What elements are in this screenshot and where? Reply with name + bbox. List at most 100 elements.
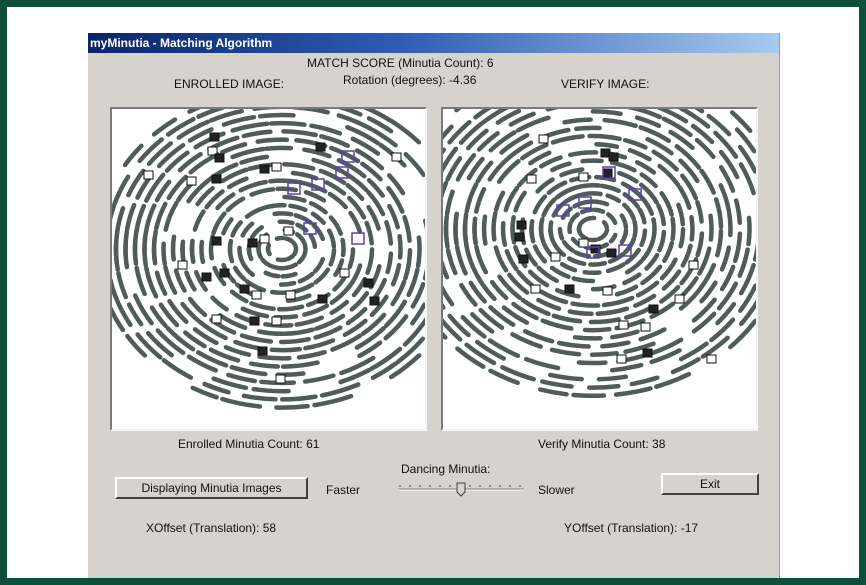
ridge-line [695,200,704,224]
ridge-line [248,361,281,369]
ridge-line [638,125,672,144]
ridge-line [302,241,308,256]
speed-slider[interactable] [396,478,526,500]
ridge-line [637,207,647,225]
minutia-marker [275,374,286,384]
ridge-line [226,372,258,384]
ridge-line [282,194,307,203]
ridge-line [114,174,131,202]
minutia-marker [201,272,212,282]
ridge-line [402,214,412,243]
ridge-line [240,259,256,278]
ridge-line [592,207,606,214]
ridge-line [336,113,374,132]
ridge-line [595,306,630,316]
ridge-line [364,220,374,246]
minutia-marker [251,290,262,300]
minutia-marker [143,170,154,180]
enrolled-count-label: Enrolled Minutia Count: 61 [178,437,320,451]
ridge-line [695,231,705,258]
minutia-marker [363,278,374,288]
ridge-line [551,313,583,324]
ridge-line [590,109,623,117]
ridge-line [538,223,546,245]
ridge-line [732,231,743,264]
minutia-marker [214,153,225,163]
minutia-marker [516,220,527,230]
ridge-line [241,129,273,139]
ridge-line [557,226,565,241]
ridge-line [538,155,563,169]
ridge-line [622,202,636,222]
ridge-line [632,219,638,239]
ridge-line [733,198,743,226]
ridge-line [144,203,157,231]
ridge-line [348,210,363,235]
minutia-marker [249,316,260,326]
ridge-line [605,193,622,204]
ridge-line [319,382,361,398]
ridge-line [244,205,267,219]
minutia-marker [514,232,525,242]
ridge-line [309,123,343,136]
ridge-line [282,161,316,171]
ridge-line [294,232,307,245]
ridge-line [445,248,458,276]
minutia-marker [550,252,561,262]
ridge-line [605,262,626,274]
ridge-line [443,180,449,199]
ridge-line [585,215,597,221]
ridge-line [256,329,285,337]
ridge-line [324,180,347,196]
ridge-line [257,354,292,361]
ridge-line [513,190,527,213]
ridge-line [170,234,177,262]
ridge-line [634,160,657,175]
ridge-line [275,186,299,193]
ridge-line [366,205,381,231]
display-minutia-button[interactable]: Displaying Minutia Images [115,477,308,499]
ridge-line [532,194,548,215]
ridge-line [700,335,730,359]
ridge-line [112,277,118,300]
match-score-label: MATCH SCORE (Minutia Count): 6 [307,56,494,70]
ridge-line [623,305,654,320]
ridge-line [397,233,403,260]
ridge-line [291,282,315,295]
ridge-line [713,130,739,159]
minutia-marker [257,346,268,356]
exit-button[interactable]: Exit [661,473,759,495]
ridge-line [594,141,620,149]
ridge-line [576,360,608,366]
ridge-line [406,267,420,298]
ridge-line [589,350,619,358]
ridge-line [134,265,147,297]
ridge-line [622,272,642,286]
ridge-line [189,238,196,265]
ridge-line [576,226,583,237]
ridge-line [706,113,732,137]
ridge-line [454,109,462,113]
ridge-line [529,225,536,244]
ridge-line [246,243,254,262]
minutia-marker [369,296,380,306]
ridge-line [230,220,243,238]
ridge-line [629,375,660,387]
ridge-line [296,253,307,265]
ridge-line [232,265,247,282]
ridge-line [719,245,732,272]
ridge-line [708,213,714,242]
x-offset-label: XOffset (Translation): 58 [146,521,277,535]
ridge-line [303,190,327,203]
ridge-line [600,340,631,349]
ridge-line [278,336,311,345]
minutia-marker [530,284,541,294]
ridge-line [240,306,270,319]
minutia-marker [209,132,220,142]
ridge-line [549,265,571,279]
ridge-line [567,220,573,235]
ridge-line [384,219,394,246]
ridge-line [281,327,315,337]
ridge-line [537,387,569,397]
minutia-marker [602,168,613,178]
